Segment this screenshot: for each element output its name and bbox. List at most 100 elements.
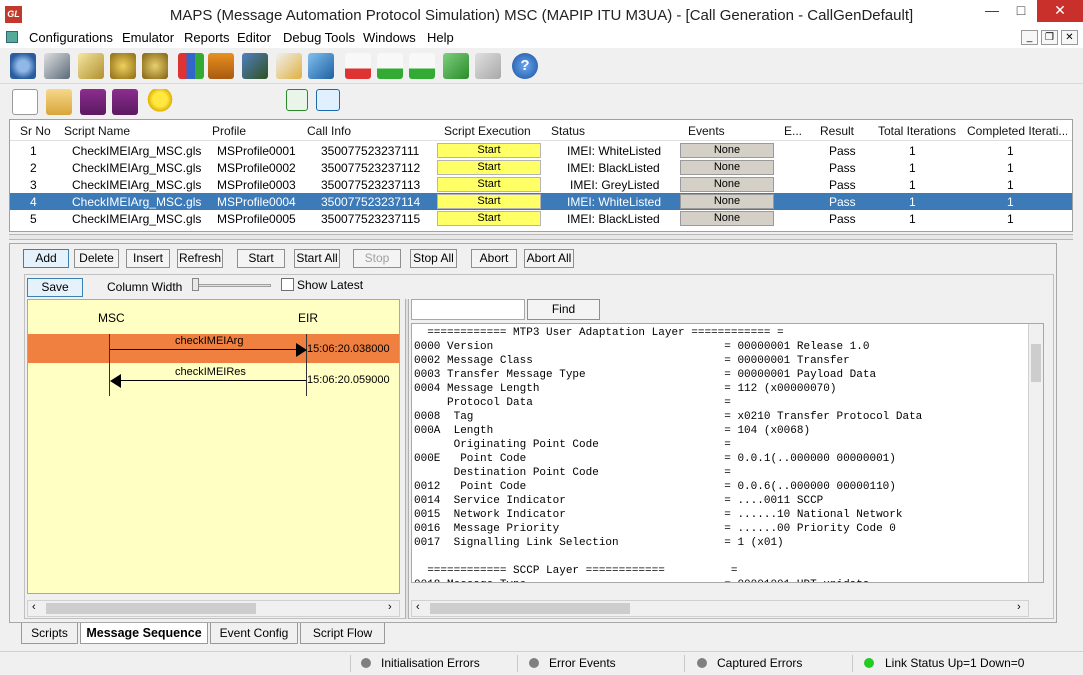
col-sr-no[interactable]: Sr No bbox=[20, 124, 51, 138]
scroll-right-icon[interactable]: › bbox=[388, 601, 392, 613]
tab-event-config[interactable]: Event Config bbox=[210, 623, 298, 644]
events-button[interactable]: None bbox=[680, 194, 774, 209]
coins-stack-icon[interactable] bbox=[142, 53, 168, 79]
decode-vertical-scrollbar[interactable] bbox=[1028, 324, 1043, 582]
insert-button[interactable]: Insert bbox=[126, 249, 170, 268]
events-button[interactable]: None bbox=[680, 211, 774, 226]
mdi-minimize-button[interactable]: _ bbox=[1021, 30, 1038, 45]
slider-thumb[interactable] bbox=[192, 278, 199, 291]
events-button[interactable]: None bbox=[680, 160, 774, 175]
captured-errors-status[interactable]: Captured Errors bbox=[717, 656, 802, 670]
scroll-right-icon[interactable]: › bbox=[1017, 601, 1021, 613]
cell-script: CheckIMEIArg_MSC.gls bbox=[72, 195, 202, 209]
sequence-horizontal-scrollbar[interactable]: ‹ › bbox=[27, 600, 400, 617]
delete-button[interactable]: Delete bbox=[74, 249, 119, 268]
save-button[interactable]: Save bbox=[27, 278, 83, 297]
maximize-button[interactable]: □ bbox=[1004, 0, 1038, 22]
save-icon[interactable] bbox=[80, 89, 106, 115]
sync-arrows-icon[interactable] bbox=[443, 53, 469, 79]
table-row[interactable]: 2 CheckIMEIArg_MSC.gls MSProfile0002 350… bbox=[10, 159, 1072, 176]
events-button[interactable]: None bbox=[680, 177, 774, 192]
coins-icon[interactable] bbox=[110, 53, 136, 79]
stop-all-button[interactable]: Stop All bbox=[410, 249, 457, 268]
col-events[interactable]: Events bbox=[688, 124, 725, 138]
tab-message-sequence[interactable]: Message Sequence bbox=[80, 623, 208, 644]
message-label[interactable]: checkIMEIRes bbox=[175, 366, 246, 378]
help-icon[interactable]: ? bbox=[512, 53, 538, 79]
col-e[interactable]: E... bbox=[784, 124, 802, 138]
save-as-icon[interactable] bbox=[112, 89, 138, 115]
table-row[interactable]: 5 CheckIMEIArg_MSC.gls MSProfile0005 350… bbox=[10, 210, 1072, 227]
stop-button[interactable]: Stop bbox=[353, 249, 401, 268]
tab-script-flow[interactable]: Script Flow bbox=[300, 623, 385, 644]
start-script-button[interactable]: Start bbox=[437, 211, 541, 226]
blocks-icon[interactable] bbox=[178, 53, 204, 79]
abort-all-button[interactable]: Abort All bbox=[524, 249, 574, 268]
start-script-button[interactable]: Start bbox=[437, 160, 541, 175]
mdi-close-button[interactable]: ✕ bbox=[1061, 30, 1078, 45]
briefcase-icon[interactable] bbox=[208, 53, 234, 79]
pencil-check-icon[interactable] bbox=[276, 53, 302, 79]
table-row[interactable]: 1 CheckIMEIArg_MSC.gls MSProfile0001 350… bbox=[10, 142, 1072, 159]
find-input[interactable] bbox=[411, 299, 525, 320]
scroll-left-icon[interactable]: ‹ bbox=[32, 601, 36, 613]
new-file-icon[interactable] bbox=[12, 89, 38, 115]
message-label[interactable]: checkIMEIArg bbox=[175, 335, 243, 347]
expand-tree-icon[interactable] bbox=[286, 89, 308, 111]
col-call-info[interactable]: Call Info bbox=[307, 124, 351, 138]
init-errors-status[interactable]: Initialisation Errors bbox=[381, 656, 480, 670]
splitter-handle[interactable] bbox=[9, 234, 1073, 240]
doc-c-icon[interactable] bbox=[377, 53, 403, 79]
menu-debug-tools[interactable]: Debug Tools bbox=[283, 30, 355, 45]
gear-icon[interactable] bbox=[10, 53, 36, 79]
show-latest-checkbox[interactable] bbox=[281, 278, 294, 291]
menu-emulator[interactable]: Emulator bbox=[122, 30, 174, 45]
col-total-iterations[interactable]: Total Iterations bbox=[878, 124, 956, 138]
col-completed-iterations[interactable]: Completed Iterati... bbox=[967, 124, 1067, 138]
hierarchy-icon[interactable] bbox=[316, 89, 340, 111]
script-edit-icon[interactable] bbox=[78, 53, 104, 79]
menu-reports[interactable]: Reports bbox=[184, 30, 230, 45]
col-status[interactable]: Status bbox=[551, 124, 585, 138]
error-events-status[interactable]: Error Events bbox=[549, 656, 616, 670]
notebook-icon[interactable] bbox=[44, 53, 70, 79]
user-lock-icon[interactable] bbox=[242, 53, 268, 79]
col-result[interactable]: Result bbox=[820, 124, 854, 138]
table-row-selected[interactable]: 4 CheckIMEIArg_MSC.gls MSProfile0004 350… bbox=[10, 193, 1072, 210]
message-timestamp: 15:06:20.038000 bbox=[307, 343, 390, 355]
start-script-button[interactable]: Start bbox=[437, 177, 541, 192]
col-script-execution[interactable]: Script Execution bbox=[444, 124, 531, 138]
menu-help[interactable]: Help bbox=[427, 30, 454, 45]
refresh-button[interactable]: Refresh bbox=[177, 249, 223, 268]
document-menu-icon[interactable] bbox=[6, 31, 18, 43]
scroll-thumb[interactable] bbox=[1031, 344, 1041, 382]
find-button[interactable]: Find bbox=[527, 299, 600, 320]
events-button[interactable]: None bbox=[680, 143, 774, 158]
add-button[interactable]: Add bbox=[23, 249, 69, 268]
start-button[interactable]: Start bbox=[237, 249, 285, 268]
tab-scripts[interactable]: Scripts bbox=[21, 623, 78, 644]
decode-horizontal-scrollbar[interactable]: ‹ › bbox=[411, 600, 1029, 617]
doc-p-icon[interactable] bbox=[409, 53, 435, 79]
col-script-name[interactable]: Script Name bbox=[64, 124, 130, 138]
col-profile[interactable]: Profile bbox=[212, 124, 246, 138]
menu-editor[interactable]: Editor bbox=[237, 30, 271, 45]
doc-d-icon[interactable] bbox=[345, 53, 371, 79]
start-script-button[interactable]: Start bbox=[437, 143, 541, 158]
table-row[interactable]: 3 CheckIMEIArg_MSC.gls MSProfile0003 350… bbox=[10, 176, 1072, 193]
menu-configurations[interactable]: Configurations bbox=[29, 30, 113, 45]
start-script-button[interactable]: Start bbox=[437, 194, 541, 209]
close-button[interactable]: ✕ bbox=[1037, 0, 1083, 22]
lightbulb-icon[interactable] bbox=[147, 89, 173, 115]
mdi-restore-button[interactable]: ❐ bbox=[1041, 30, 1058, 45]
start-all-button[interactable]: Start All bbox=[294, 249, 340, 268]
column-width-slider[interactable] bbox=[193, 284, 271, 287]
open-folder-icon[interactable] bbox=[46, 89, 72, 115]
abort-button[interactable]: Abort bbox=[471, 249, 517, 268]
tools-user-icon[interactable] bbox=[308, 53, 334, 79]
scroll-thumb[interactable] bbox=[430, 603, 630, 614]
scroll-left-icon[interactable]: ‹ bbox=[416, 601, 420, 613]
menu-windows[interactable]: Windows bbox=[363, 30, 416, 45]
vertical-splitter[interactable] bbox=[405, 299, 409, 619]
scroll-thumb[interactable] bbox=[46, 603, 256, 614]
